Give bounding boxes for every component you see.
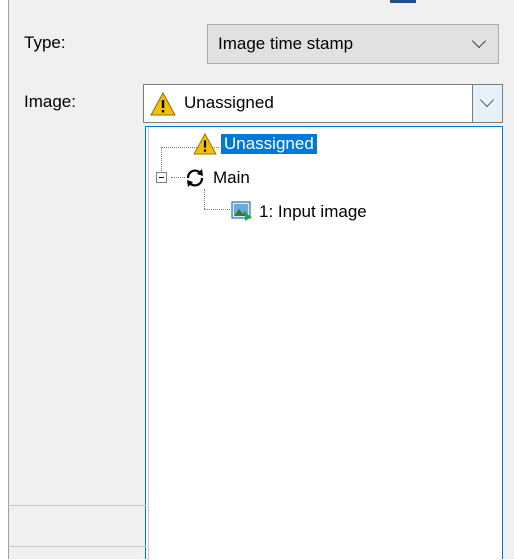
image-label: Image:	[24, 92, 76, 111]
image-select-value: Unassigned	[184, 93, 274, 112]
warning-icon	[193, 133, 217, 155]
divider	[8, 546, 146, 547]
tree-item-label: 1: Input image	[259, 202, 367, 221]
divider	[8, 505, 146, 506]
tree-item-unassigned[interactable]: Unassigned	[149, 127, 499, 157]
tree-item-input-image[interactable]: 1: Input image	[149, 197, 499, 225]
image-icon	[231, 201, 252, 221]
chevron-down-icon	[479, 92, 495, 108]
tree-item-label: Unassigned	[221, 134, 317, 154]
tree-item-main[interactable]: Main	[149, 163, 499, 191]
dropdown-button[interactable]	[472, 85, 502, 122]
collapse-icon[interactable]	[156, 172, 167, 183]
type-select[interactable]: Image time stamp	[207, 24, 499, 64]
warning-icon	[150, 92, 176, 116]
window-accent-bar	[390, 0, 416, 3]
image-dropdown-list: Unassigned Main 1: Input image	[145, 126, 503, 560]
type-label: Type:	[24, 33, 66, 52]
chevron-down-icon	[471, 33, 487, 49]
cycle-icon	[186, 169, 204, 187]
tree-item-label: Main	[213, 168, 250, 187]
type-select-value: Image time stamp	[218, 34, 354, 53]
image-select[interactable]: Unassigned	[143, 84, 503, 123]
tree-view: Unassigned Main 1: Input image	[148, 127, 500, 560]
